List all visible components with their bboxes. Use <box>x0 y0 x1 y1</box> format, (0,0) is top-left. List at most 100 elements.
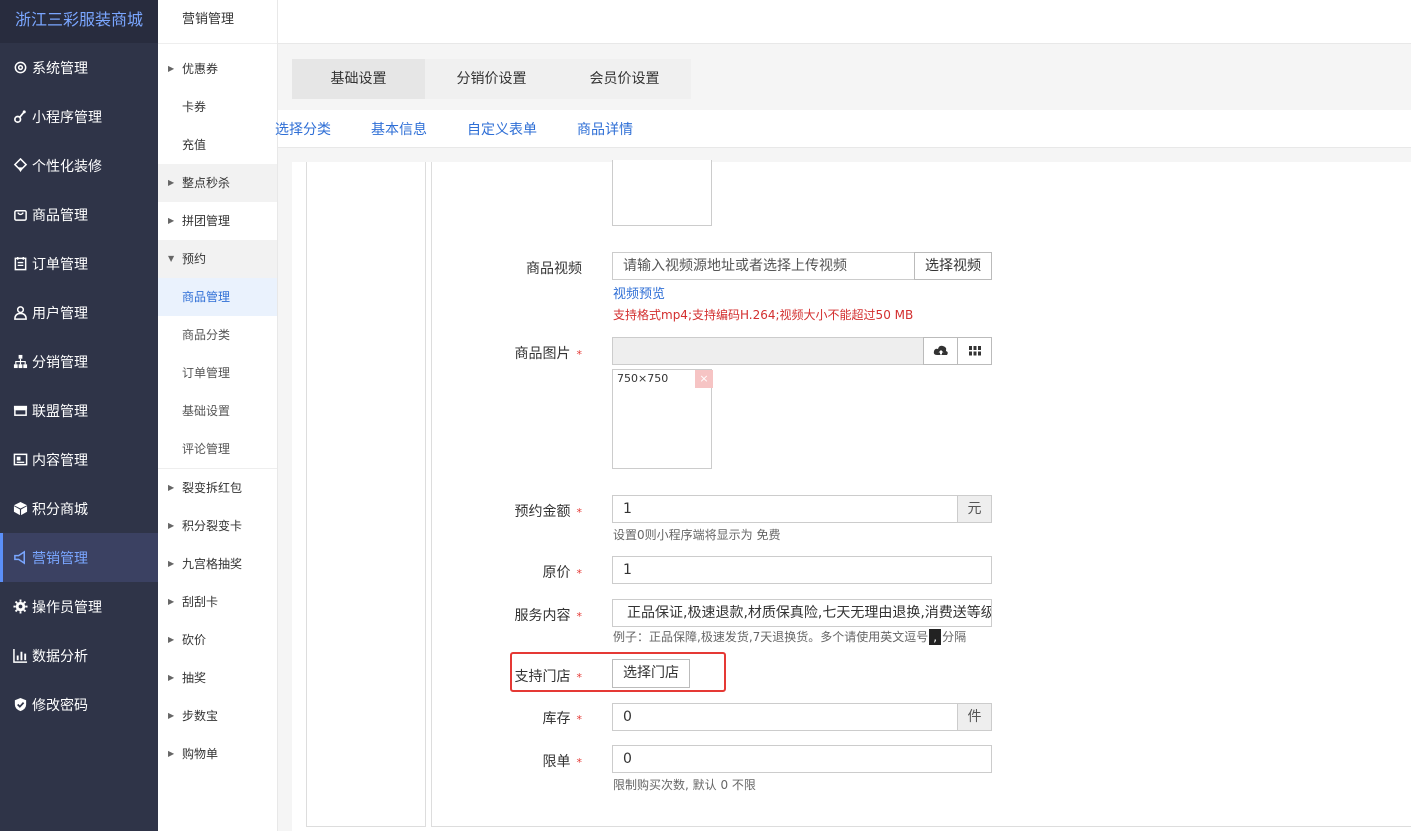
main-sidebar: 浙江三彩服装商城 系统管理 小程序管理 个性化装修 商品管理 订单管理 用户管理… <box>0 0 158 831</box>
service-input[interactable]: 正品保证,极速退款,材质保真险,七天无理由退换,消费送等级 <box>612 599 992 627</box>
megaphone-icon <box>12 550 28 566</box>
subnav-item-flash-sale[interactable]: ▶ 整点秒杀 <box>158 164 277 202</box>
nav-item-marketing[interactable]: 营销管理 <box>0 533 158 582</box>
nav-item-alliance[interactable]: 联盟管理 <box>0 386 158 435</box>
limit-hint: 限制购买次数, 默认 0 不限 <box>613 778 756 792</box>
subnav-label: 刮刮卡 <box>182 595 219 609</box>
video-format-hint: 支持格式mp4;支持编码H.264;视频大小不能超过50 MB <box>613 308 914 322</box>
nav-label: 操作员管理 <box>32 599 102 616</box>
store-icon <box>12 403 28 419</box>
settings-tabs: 基础设置 分销价设置 会员价设置 <box>292 59 691 99</box>
nav-item-content[interactable]: 内容管理 <box>0 435 158 484</box>
tab-member-price[interactable]: 会员价设置 <box>558 59 691 99</box>
image-library-button[interactable] <box>957 337 992 365</box>
nav-item-miniprogram[interactable]: 小程序管理 <box>0 92 158 141</box>
nav-item-distribution[interactable]: 分销管理 <box>0 337 158 386</box>
subnav-label: 积分裂变卡 <box>182 519 243 533</box>
limit-input[interactable]: 0 <box>612 745 992 773</box>
subnav-label: 商品管理 <box>182 290 231 304</box>
required-mark: * <box>576 567 583 580</box>
limit-label: 限单 * <box>422 751 583 771</box>
subnav-label: 卡券 <box>182 100 207 114</box>
nav-item-system[interactable]: 系统管理 <box>0 43 158 92</box>
subnav-item-booking-category[interactable]: 商品分类 <box>158 316 277 354</box>
upload-image-button[interactable] <box>923 337 958 365</box>
nav-item-password[interactable]: 修改密码 <box>0 680 158 729</box>
subnav-item-booking[interactable]: ▼ 预约 <box>158 240 277 278</box>
subnav-label: 评论管理 <box>182 442 231 456</box>
subnav-item-group-buy[interactable]: ▶ 拼团管理 <box>158 202 277 240</box>
cog-icon <box>12 599 28 615</box>
subnav-item-coupon[interactable]: ▶ 优惠券 <box>158 50 277 88</box>
amount-label-text: 预约金额 <box>514 504 571 520</box>
subnav-item-bargain[interactable]: ▶ 砍价 <box>158 621 277 659</box>
subnav-item-step-counter[interactable]: ▶ 步数宝 <box>158 697 277 735</box>
select-store-button[interactable]: 选择门店 <box>612 659 690 688</box>
service-hint: 例子：正品保障,极速发货,7天退换货。多个请使用英文逗号 , 分隔 <box>613 628 966 645</box>
nav-label: 小程序管理 <box>32 109 102 126</box>
caret-right-icon: ▶ <box>168 597 175 606</box>
subnav-label: 商品分类 <box>182 328 231 342</box>
gear-outline-icon <box>12 60 28 76</box>
stock-label: 库存 * <box>422 708 583 728</box>
chart-icon <box>12 648 28 664</box>
link-icon <box>12 109 28 125</box>
nav-label: 分销管理 <box>32 354 88 371</box>
subnav-label: 基础设置 <box>182 404 231 418</box>
nav-label: 系统管理 <box>32 60 88 77</box>
nav-label: 积分商城 <box>32 501 88 518</box>
caret-right-icon: ▶ <box>168 711 175 720</box>
video-url-input[interactable]: 请输入视频源地址或者选择上传视频 <box>612 252 915 280</box>
subnav-label: 充值 <box>182 138 207 152</box>
nav-item-points-mall[interactable]: 积分商城 <box>0 484 158 533</box>
step-select-category[interactable]: 选择分类 <box>275 119 331 139</box>
subnav-item-scratch-card[interactable]: ▶ 刮刮卡 <box>158 583 277 621</box>
amount-hint: 设置0则小程序端将显示为 免费 <box>613 528 781 542</box>
subnav-item-grid-lottery[interactable]: ▶ 九宫格抽奖 <box>158 545 277 583</box>
subnav-item-booking-orders[interactable]: 订单管理 <box>158 354 277 392</box>
subnav-label: 购物单 <box>182 747 219 761</box>
step-goods-detail[interactable]: 商品详情 <box>577 119 633 139</box>
stock-input[interactable]: 0 <box>612 703 958 731</box>
service-label-text: 服务内容 <box>514 608 571 624</box>
video-preview-link[interactable]: 视频预览 <box>613 283 665 302</box>
nav-item-users[interactable]: 用户管理 <box>0 288 158 337</box>
nav-item-operators[interactable]: 操作员管理 <box>0 582 158 631</box>
image-path-input[interactable] <box>612 337 924 365</box>
prev-image-thumb <box>612 160 712 226</box>
step-custom-form[interactable]: 自定义表单 <box>467 119 537 139</box>
required-mark: * <box>576 610 583 623</box>
original-price-input[interactable]: 1 <box>612 556 992 584</box>
stock-unit: 件 <box>957 703 992 731</box>
subnav-item-recharge[interactable]: 充值 <box>158 126 277 164</box>
remove-image-icon[interactable]: × <box>695 370 713 388</box>
top-bar <box>278 0 1411 44</box>
select-video-button[interactable]: 选择视频 <box>914 252 992 280</box>
step-nav: 选择分类 基本信息 自定义表单 商品详情 <box>275 110 1411 148</box>
subnav-item-card[interactable]: 卡券 <box>158 88 277 126</box>
comma-mark: , <box>929 628 942 645</box>
nav-label: 个性化装修 <box>32 158 102 175</box>
nav-label: 营销管理 <box>32 550 88 567</box>
tab-distribution-price[interactable]: 分销价设置 <box>425 59 558 99</box>
subnav-item-lottery[interactable]: ▶ 抽奖 <box>158 659 277 697</box>
required-mark: * <box>576 756 583 769</box>
step-basic-info[interactable]: 基本信息 <box>371 119 427 139</box>
subnav-item-booking-comments[interactable]: 评论管理 <box>158 430 277 468</box>
subnav-item-points-card[interactable]: ▶ 积分裂变卡 <box>158 507 277 545</box>
subnav-item-shopping-list[interactable]: ▶ 购物单 <box>158 735 277 773</box>
subnav-item-red-packet[interactable]: ▶ 裂变拆红包 <box>158 469 277 507</box>
decor-icon <box>12 158 28 174</box>
nav-item-orders[interactable]: 订单管理 <box>0 239 158 288</box>
tab-basic-settings[interactable]: 基础设置 <box>292 59 425 99</box>
subnav-label: 拼团管理 <box>182 214 231 228</box>
store-label-text: 支持门店 <box>514 669 571 685</box>
amount-input[interactable]: 1 <box>612 495 958 523</box>
nav-item-goods[interactable]: 商品管理 <box>0 190 158 239</box>
nav-item-decoration[interactable]: 个性化装修 <box>0 141 158 190</box>
subnav-item-booking-settings[interactable]: 基础设置 <box>158 392 277 430</box>
original-price-label-text: 原价 <box>542 565 571 581</box>
nav-item-analytics[interactable]: 数据分析 <box>0 631 158 680</box>
store-label: 支持门店 * <box>422 666 583 686</box>
subnav-item-booking-goods[interactable]: 商品管理 <box>158 278 277 316</box>
